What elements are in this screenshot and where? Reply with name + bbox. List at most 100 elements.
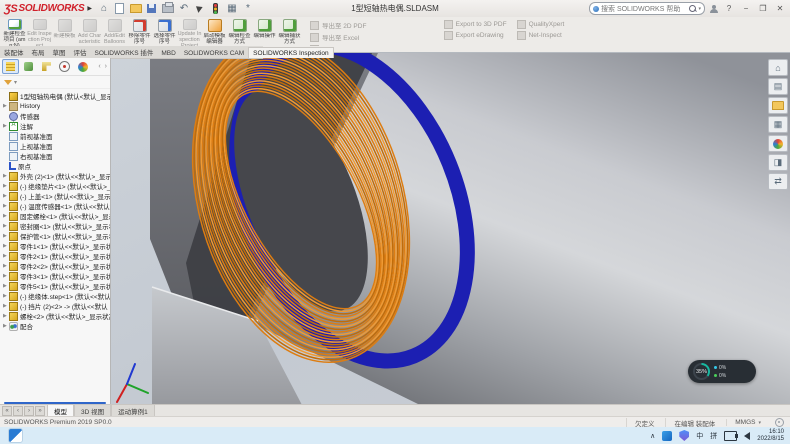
tree-item[interactable]: ▶ 外壳 (2)<1> (默认<<默认>_显示状	[0, 171, 110, 181]
design-library-icon[interactable]: ▤	[768, 78, 788, 95]
phone-link-icon[interactable]	[468, 429, 482, 443]
edge-icon[interactable]	[308, 429, 322, 443]
tree-item[interactable]: ▶ 原点	[0, 161, 110, 171]
tree-item[interactable]: ▶ 1型短轴热电偶 (默认<默认_显示状态-1	[0, 91, 110, 101]
tab-scroll-button[interactable]: »	[35, 406, 45, 416]
menu-expand-arrow-icon[interactable]: ▶	[87, 5, 92, 12]
mail-icon[interactable]	[348, 429, 362, 443]
ribbon-button[interactable]: 选择零件序号	[152, 17, 177, 46]
ribbon-button[interactable]: Add Characteristic	[77, 17, 102, 46]
speaker-icon[interactable]	[744, 432, 750, 440]
file-explorer-icon[interactable]	[328, 429, 342, 443]
tree-item[interactable]: ▶ 密封圈<1> (默认<<默认>_显示状	[0, 221, 110, 231]
tree-item[interactable]: ▶ 螺栓<2> (默认<<默认>_显示状态	[0, 311, 110, 321]
tree-item[interactable]: ▶ 零件2<1> (默认<<默认>_显示状	[0, 251, 110, 261]
ribbon-button[interactable]: 编辑捕获方式	[277, 17, 302, 46]
tree-item[interactable]: ▶ 配合	[0, 321, 110, 331]
command-tab[interactable]: SOLIDWORKS 插件	[91, 45, 158, 58]
pack-and-go-icon[interactable]: ⇄	[768, 173, 788, 190]
store-icon[interactable]	[368, 429, 382, 443]
ime-language-indicator[interactable]: 中	[696, 431, 703, 441]
select-cursor-icon[interactable]	[193, 2, 207, 15]
ribbon-button[interactable]: 新建检查项目 (amp;N)	[2, 17, 27, 46]
tab-scroll-button[interactable]: ‹	[13, 406, 23, 416]
security-shield-icon[interactable]	[679, 430, 689, 441]
command-tab[interactable]: 布局	[28, 45, 49, 58]
restore-button[interactable]: ❐	[757, 4, 769, 13]
tree-item[interactable]: ▶ 传感器	[0, 111, 110, 121]
tray-overflow-icon[interactable]: ∧	[650, 432, 655, 440]
appearances-icon[interactable]	[768, 135, 788, 152]
tree-filter-row[interactable]: ▾	[0, 76, 110, 89]
wechat-icon[interactable]	[488, 429, 502, 443]
solidworks-resources-icon[interactable]: ⌂	[768, 59, 788, 76]
home-icon[interactable]: ⌂	[97, 2, 111, 15]
tree-item[interactable]: ▶ History	[0, 101, 110, 111]
tree-item[interactable]: ▶ 零件3<1> (默认<<默认>_显示状	[0, 271, 110, 281]
status-help-icon[interactable]	[775, 418, 784, 427]
clock[interactable]: 16:10 2022/8/15	[757, 429, 784, 443]
tab-scroll-button[interactable]: ›	[24, 406, 34, 416]
configurationmanager-tab[interactable]	[38, 59, 55, 74]
panel-overflow-arrows[interactable]: ‹ ›	[98, 63, 108, 70]
open-document-icon[interactable]	[129, 2, 143, 15]
close-button[interactable]: ✕	[774, 4, 786, 13]
ribbon-button[interactable]: 编辑检查方式	[227, 17, 252, 46]
tray-app-icon[interactable]	[662, 431, 672, 441]
tree-item[interactable]: ▶ 注解	[0, 121, 110, 131]
green-app-icon[interactable]	[408, 429, 422, 443]
tree-item[interactable]: ▶ (-) 挡片 (2)<2> -> (默认<<默认	[0, 301, 110, 311]
media-app-icon[interactable]	[428, 429, 442, 443]
search-button[interactable]	[268, 429, 282, 443]
tree-item[interactable]: ▶ 右视基准面	[0, 151, 110, 161]
tree-item[interactable]: ▶ 零件5<1> (默认<<默认>_显示状	[0, 281, 110, 291]
ribbon-button[interactable]: Edit Inspection Project	[27, 17, 52, 46]
3d-model-view[interactable]	[110, 53, 790, 405]
command-tab[interactable]: SOLIDWORKS CAM	[180, 48, 248, 58]
custom-properties-icon[interactable]: ◨	[768, 154, 788, 171]
login-user-icon[interactable]	[710, 5, 718, 13]
minimize-button[interactable]: −	[740, 4, 752, 13]
tree-item[interactable]: ▶ 前视基准面	[0, 131, 110, 141]
tree-item[interactable]: ▶ 上视基准面	[0, 141, 110, 151]
ribbon-button[interactable]: 启动模板编辑器	[202, 17, 227, 46]
rebuild-icon[interactable]	[209, 2, 223, 15]
tree-item[interactable]: ▶ 零件1<1> (默认<<默认>_显示状态	[0, 241, 110, 251]
file-properties-icon[interactable]: ▦	[225, 2, 239, 15]
wps-icon[interactable]	[508, 429, 522, 443]
search-input[interactable]: 搜索 SOLIDWORKS 帮助 ▾	[589, 2, 705, 15]
print-icon[interactable]	[161, 2, 175, 15]
start-button[interactable]	[248, 429, 262, 443]
command-tab[interactable]: MBD	[157, 48, 179, 58]
undo-icon[interactable]: ↶	[177, 2, 191, 15]
chrome-icon[interactable]	[448, 429, 462, 443]
ribbon-button[interactable]: Update Inspection Project	[177, 17, 202, 46]
command-tab[interactable]: 评估	[70, 45, 91, 58]
ribbon-button[interactable]: Add/Edit Balloons	[102, 17, 127, 46]
tree-item[interactable]: ▶ (-) 绝缘体.step<1> (默认<<默认	[0, 291, 110, 301]
tree-item[interactable]: ▶ (-) 上盖<1> (默认<<默认>_显示状	[0, 191, 110, 201]
task-view-button[interactable]	[288, 429, 302, 443]
ribbon-button[interactable]: 编辑操作	[252, 17, 277, 46]
command-tab[interactable]: 装配体	[0, 45, 28, 58]
new-document-icon[interactable]	[113, 2, 127, 15]
command-tab[interactable]: SOLIDWORKS Inspection	[248, 47, 334, 58]
tab-scroll-button[interactable]: «	[2, 406, 12, 416]
view-palette-icon[interactable]: ▦	[768, 116, 788, 133]
file-explorer-icon[interactable]	[768, 97, 788, 114]
propertymanager-tab[interactable]	[20, 59, 37, 74]
save-icon[interactable]	[145, 2, 159, 15]
ime-mode-indicator[interactable]: 拼	[710, 431, 717, 441]
tree-item[interactable]: ▶ 固定螺栓<1> (默认<<默认>_显示	[0, 211, 110, 221]
ribbon-button[interactable]: 移除零件序号	[127, 17, 152, 46]
tree-item[interactable]: ▶ (-) 温度传感器<1> (默认<<默认>_	[0, 201, 110, 211]
graphics-viewport[interactable]: ⌂▤▦◨⇄ 35% 0%0%	[110, 52, 790, 405]
search-icon[interactable]	[689, 5, 696, 12]
tree-item[interactable]: ▶ 保护管<1> (默认<<默认>_显示状	[0, 231, 110, 241]
tree-item[interactable]: ▶ (-) 绝缘垫片<1> (默认<<默认>_显	[0, 181, 110, 191]
options-icon[interactable]: *	[241, 2, 255, 15]
displaymanager-tab[interactable]	[74, 59, 91, 74]
help-button[interactable]: ?	[723, 4, 735, 13]
widgets-icon[interactable]	[8, 428, 23, 443]
weather-icon[interactable]	[388, 429, 402, 443]
